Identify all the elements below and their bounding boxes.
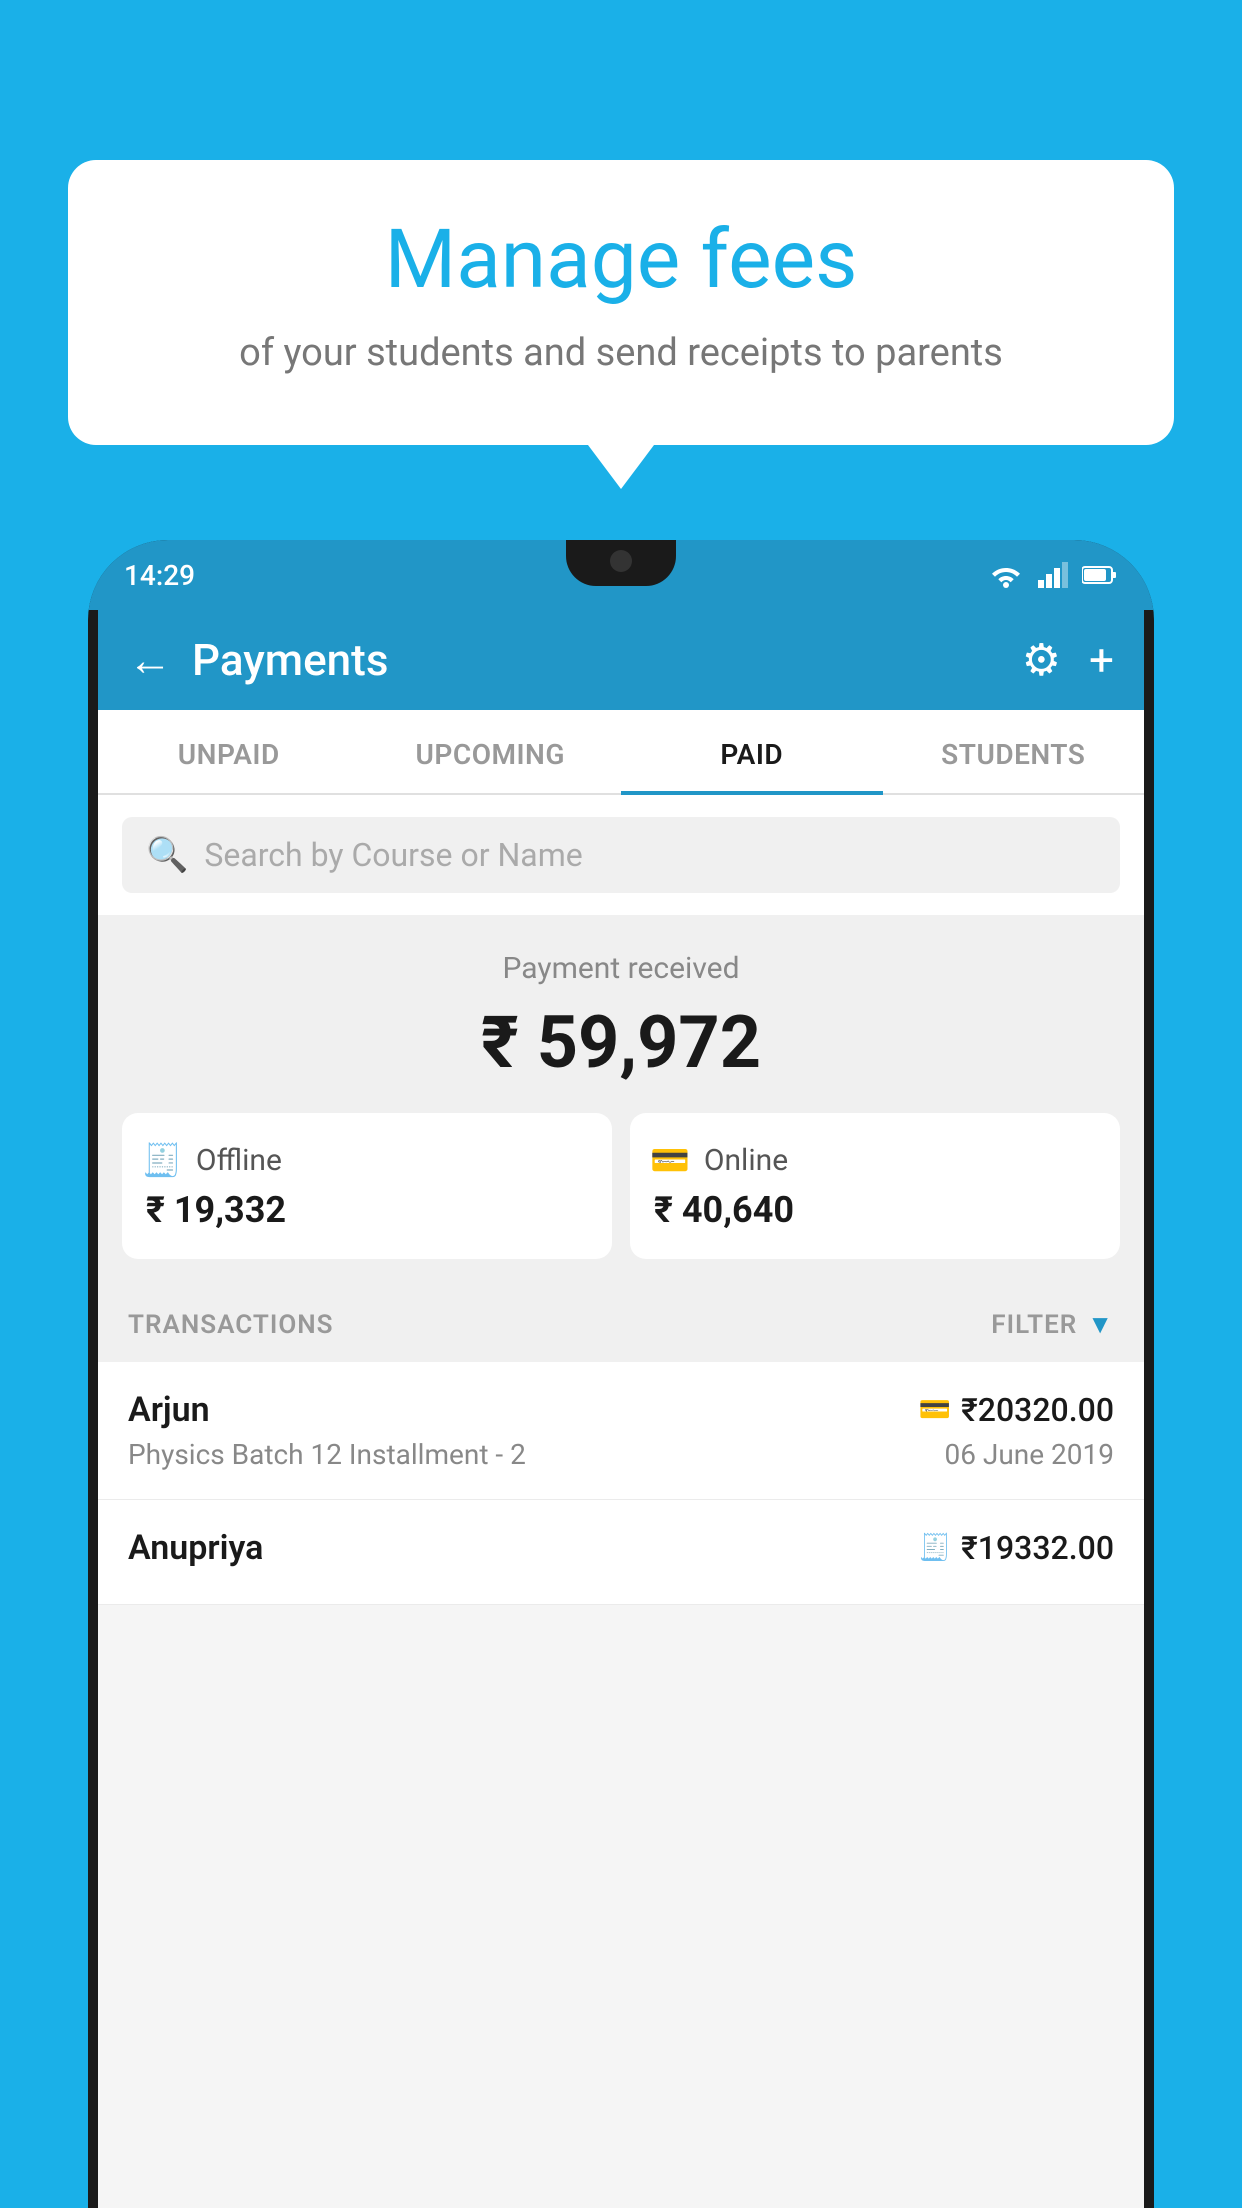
summary-section: Payment received ₹ 59,972 🧾 Offline ₹ 19…	[98, 915, 1144, 1287]
transaction-amount: 🧾 ₹19332.00	[919, 1529, 1114, 1567]
phone-screen: ← Payments ⚙ + UNPAID UPCOMING PAID STUD…	[98, 610, 1144, 2208]
card-payment-icon: 💳	[919, 1395, 951, 1425]
transaction-amount: 💳 ₹20320.00	[919, 1391, 1114, 1429]
app-header: ← Payments ⚙ +	[98, 610, 1144, 710]
student-name: Arjun	[128, 1390, 210, 1430]
time-display: 14:29	[124, 559, 195, 592]
amount-value: ₹20320.00	[961, 1391, 1114, 1429]
tab-unpaid[interactable]: UNPAID	[98, 710, 360, 793]
page-title: Payments	[192, 634, 1022, 686]
table-row[interactable]: Arjun 💳 ₹20320.00 Physics Batch 12 Insta…	[98, 1362, 1144, 1500]
student-name: Anupriya	[128, 1528, 263, 1568]
search-icon: 🔍	[146, 835, 188, 875]
transaction-row-top: Anupriya 🧾 ₹19332.00	[128, 1528, 1114, 1568]
payment-received-label: Payment received	[122, 951, 1120, 986]
search-bar[interactable]: 🔍 Search by Course or Name	[122, 817, 1120, 893]
filter-label: FILTER	[991, 1310, 1077, 1340]
cash-payment-icon: 🧾	[919, 1533, 951, 1563]
transactions-label: TRANSACTIONS	[128, 1310, 334, 1340]
speech-bubble: Manage fees of your students and send re…	[68, 160, 1174, 445]
offline-card-top: 🧾 Offline	[142, 1141, 282, 1179]
transaction-date: 06 June 2019	[944, 1438, 1114, 1471]
online-label: Online	[704, 1143, 788, 1178]
online-card: 💳 Online ₹ 40,640	[630, 1113, 1120, 1259]
offline-amount: ₹ 19,332	[142, 1189, 286, 1231]
add-button[interactable]: +	[1089, 634, 1114, 686]
tab-upcoming[interactable]: UPCOMING	[360, 710, 622, 793]
payment-cards: 🧾 Offline ₹ 19,332 💳 Online ₹ 40,640	[122, 1113, 1120, 1259]
offline-icon: 🧾	[142, 1141, 182, 1179]
course-name: Physics Batch 12 Installment - 2	[128, 1438, 526, 1471]
transaction-row-top: Arjun 💳 ₹20320.00	[128, 1390, 1114, 1430]
online-card-top: 💳 Online	[650, 1141, 788, 1179]
bubble-title: Manage fees	[128, 215, 1114, 305]
total-amount: ₹ 59,972	[122, 1000, 1120, 1085]
online-amount: ₹ 40,640	[650, 1189, 794, 1231]
settings-button[interactable]: ⚙	[1022, 634, 1061, 686]
tab-bar: UNPAID UPCOMING PAID STUDENTS	[98, 710, 1144, 795]
front-camera	[610, 550, 632, 572]
filter-icon: ▼	[1087, 1309, 1114, 1340]
search-placeholder: Search by Course or Name	[204, 836, 582, 874]
offline-label: Offline	[196, 1143, 282, 1178]
tab-students[interactable]: STUDENTS	[883, 710, 1145, 793]
amount-value: ₹19332.00	[961, 1529, 1114, 1567]
filter-button[interactable]: FILTER ▼	[991, 1309, 1114, 1340]
transaction-row-bottom: Physics Batch 12 Installment - 2 06 June…	[128, 1438, 1114, 1471]
bubble-subtitle: of your students and send receipts to pa…	[128, 327, 1114, 380]
battery-icon	[1082, 565, 1118, 585]
phone-frame: 14:29	[88, 540, 1154, 2208]
signal-icon	[1038, 562, 1068, 588]
search-container: 🔍 Search by Course or Name	[98, 795, 1144, 915]
tab-paid[interactable]: PAID	[621, 710, 883, 793]
header-actions: ⚙ +	[1022, 634, 1114, 686]
online-icon: 💳	[650, 1141, 690, 1179]
table-row[interactable]: Anupriya 🧾 ₹19332.00	[98, 1500, 1144, 1605]
transactions-header: TRANSACTIONS FILTER ▼	[98, 1287, 1144, 1362]
status-icons	[988, 562, 1118, 588]
phone-notch	[566, 540, 676, 586]
wifi-icon	[988, 562, 1024, 588]
back-button[interactable]: ←	[128, 634, 172, 686]
offline-card: 🧾 Offline ₹ 19,332	[122, 1113, 612, 1259]
